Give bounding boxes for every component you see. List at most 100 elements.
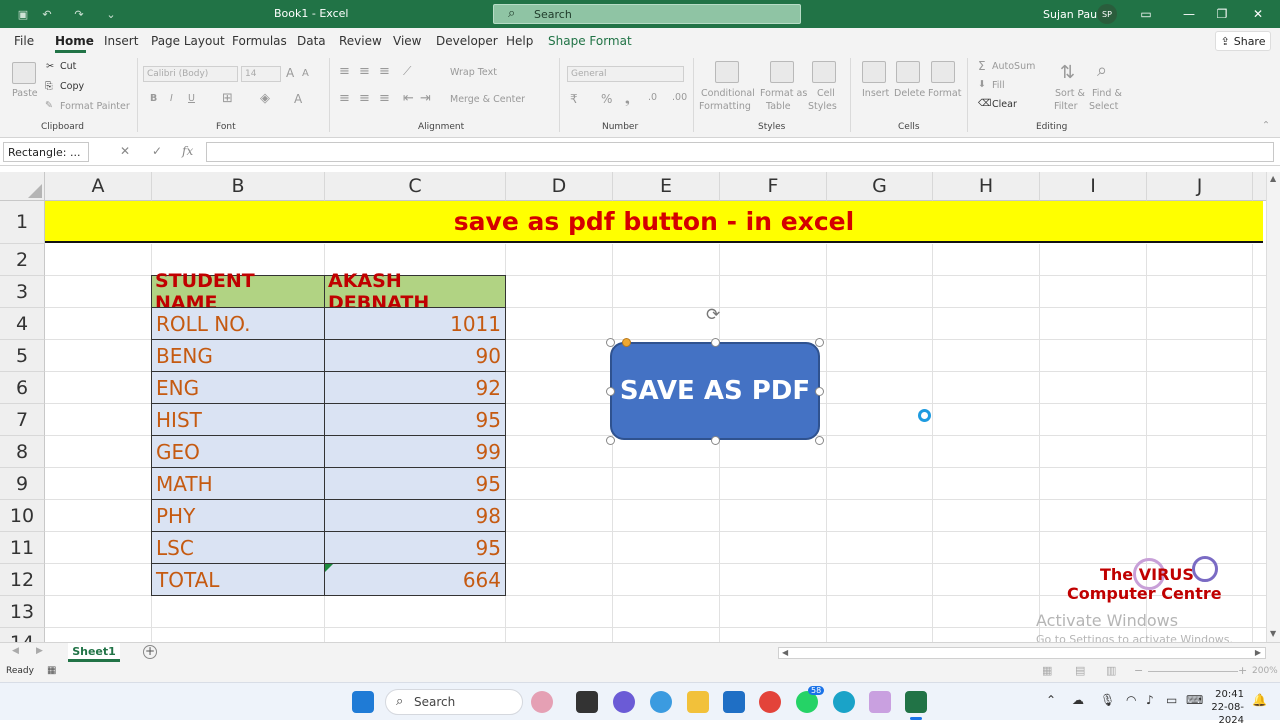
file-explorer-icon[interactable] [687,691,709,713]
table-cell-marks[interactable]: 98 [324,499,506,532]
wifi-icon[interactable]: ◠ [1126,693,1136,707]
zoom-in-icon[interactable]: + [1238,664,1247,677]
table-cell-subject[interactable]: BENG [151,339,325,372]
row-header-7[interactable]: 7 [0,404,45,436]
next-sheet-icon[interactable]: ▶ [36,646,43,656]
task-view-icon[interactable] [576,691,598,713]
autosum-icon[interactable]: Σ [978,59,986,73]
sort-filter-icon[interactable]: ⇅ [1060,62,1075,83]
find-select-button-line2[interactable]: Select [1089,101,1118,112]
horizontal-scrollbar[interactable]: ◀ ▶ [778,647,1266,659]
percent-icon[interactable]: % [601,92,612,106]
prev-sheet-icon[interactable]: ◀ [12,646,19,656]
windows-start-icon[interactable] [352,691,374,713]
table-cell-subject[interactable]: GEO [151,435,325,468]
snipping-tool-icon[interactable] [869,691,891,713]
menu-view[interactable]: View [393,34,421,48]
clear-button[interactable]: Clear [992,99,1017,110]
column-header-d[interactable]: D [506,172,613,201]
menu-help[interactable]: Help [506,34,533,48]
table-cell-subject[interactable]: ROLL NO. [151,307,325,340]
decrease-decimal-icon[interactable]: .00 [672,92,687,103]
zoom-slider[interactable] [1148,671,1238,672]
scroll-up-icon[interactable]: ▲ [1270,174,1276,183]
table-cell-subject[interactable]: MATH [151,467,325,500]
increase-decimal-icon[interactable]: .0 [648,92,657,103]
comma-icon[interactable]: ❟ [625,92,630,107]
conditional-formatting-button-line2[interactable]: Formatting [699,101,751,112]
row-header-13[interactable]: 13 [0,596,45,628]
table-cell-subject[interactable]: LSC [151,531,325,564]
insert-cells-icon[interactable] [862,61,886,83]
delete-cells-icon[interactable] [896,61,920,83]
column-header-j[interactable]: J [1147,172,1253,201]
sheet-tab-sheet1[interactable]: Sheet1 [68,643,120,662]
column-header-h[interactable]: H [933,172,1040,201]
notification-bell-icon[interactable]: 🔔 [1252,693,1267,707]
table-cell-subject[interactable]: ENG [151,371,325,404]
shrink-font-icon[interactable]: A [302,68,309,79]
column-header-e[interactable]: E [613,172,720,201]
format-as-table-icon[interactable] [770,61,794,83]
delete-cells-button[interactable]: Delete [894,88,925,99]
page-layout-view-icon[interactable]: ▤ [1075,664,1085,677]
scroll-down-icon[interactable]: ▼ [1270,629,1276,638]
font-name-box[interactable]: Calibri (Body) [143,66,238,82]
rotate-handle-icon[interactable]: ⟳ [706,305,720,325]
column-header-b[interactable]: B [152,172,325,201]
row-header-12[interactable]: 12 [0,564,45,596]
clear-icon[interactable]: ⌫ [978,98,991,109]
save-as-pdf-shape-button[interactable]: SAVE AS PDF [610,342,820,440]
underline-icon[interactable]: U [188,93,195,104]
font-color-icon[interactable]: A [294,92,302,106]
restore-icon[interactable]: ❐ [1213,5,1231,23]
add-sheet-icon[interactable]: + [143,645,157,659]
currency-icon[interactable]: ₹ [570,92,578,106]
user-name[interactable]: Sujan Paul [1043,8,1100,21]
scroll-left-icon[interactable]: ◀ [782,648,788,657]
table-header-student-value[interactable]: AKASH DEBNATH [324,270,506,314]
chrome-icon[interactable] [759,691,781,713]
autosum-button[interactable]: AutoSum [992,61,1035,72]
format-painter-button[interactable]: Format Painter [60,101,130,112]
menu-data[interactable]: Data [297,34,326,48]
fill-color-icon[interactable]: ◈ [260,91,270,106]
conditional-formatting-button[interactable]: Conditional [701,88,755,99]
resize-handle[interactable] [606,387,615,396]
row-header-14[interactable]: 14 [0,628,45,642]
align-bottom-icon[interactable]: ≡ [379,64,390,79]
minimize-icon[interactable]: — [1180,5,1198,23]
store-icon[interactable] [723,691,745,713]
language-icon[interactable]: ⌨ [1186,693,1203,707]
align-left-icon[interactable]: ≡ [339,91,350,106]
cell-styles-button-line2[interactable]: Styles [808,101,837,112]
format-as-table-button[interactable]: Format as [760,88,807,99]
scroll-right-icon[interactable]: ▶ [1255,648,1261,657]
format-cells-icon[interactable] [931,61,955,83]
align-middle-icon[interactable]: ≡ [359,64,370,79]
close-icon[interactable]: ✕ [1249,5,1267,23]
row-header-4[interactable]: 4 [0,308,45,340]
table-cell-marks[interactable]: 95 [324,531,506,564]
number-format-box[interactable]: General [567,66,684,82]
vertical-scrollbar[interactable]: ▲ ▼ [1266,172,1280,642]
format-as-table-button-line2[interactable]: Table [766,101,791,112]
taskbar-search[interactable]: ⌕ Search [385,689,523,715]
row-header-5[interactable]: 5 [0,340,45,372]
orientation-icon[interactable]: ⟋ [403,64,411,79]
cut-icon[interactable]: ✂ [46,61,54,72]
edge-icon[interactable] [833,691,855,713]
table-cell-marks[interactable]: 99 [324,435,506,468]
ribbon-display-icon[interactable]: ▭ [1137,5,1155,23]
resize-handle[interactable] [815,387,824,396]
conditional-formatting-icon[interactable] [715,61,739,83]
menu-review[interactable]: Review [339,34,382,48]
redo-icon[interactable]: ↷ [72,7,86,21]
paste-button[interactable]: Paste [12,88,38,99]
normal-view-icon[interactable]: ▦ [1042,664,1052,677]
search-box[interactable]: ⌕ Search [493,4,801,24]
fill-button[interactable]: Fill [992,80,1005,91]
row-header-6[interactable]: 6 [0,372,45,404]
battery-icon[interactable]: ▭ [1166,693,1177,707]
font-size-box[interactable]: 14 [241,66,281,82]
